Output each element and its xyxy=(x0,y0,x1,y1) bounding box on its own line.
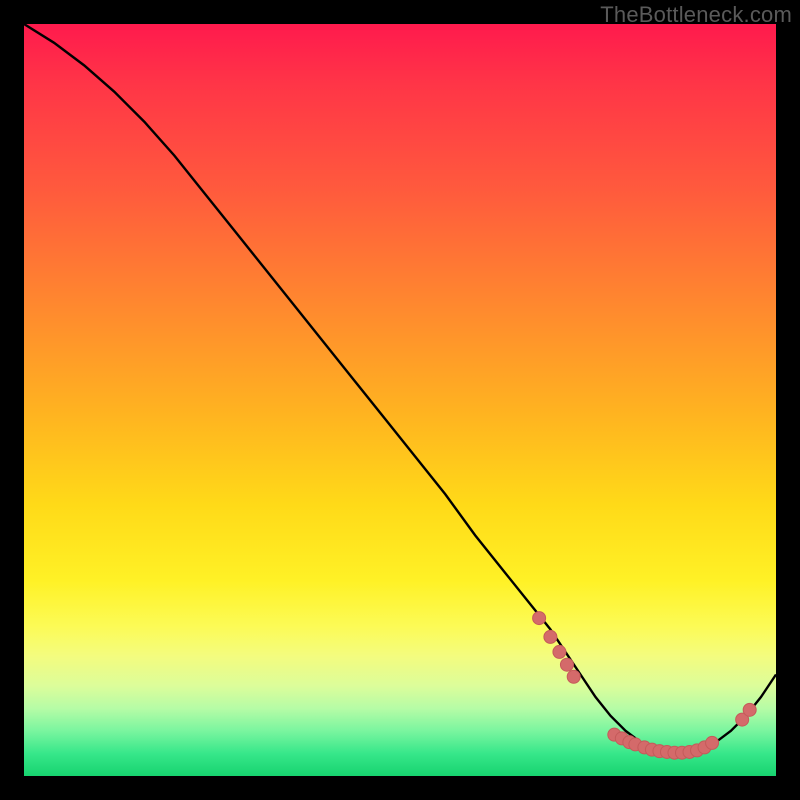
watermark-text: TheBottleneck.com xyxy=(600,2,792,28)
data-dot xyxy=(544,630,557,643)
data-dot xyxy=(560,658,573,671)
plot-area xyxy=(24,24,776,776)
chart-stage: TheBottleneck.com xyxy=(0,0,800,800)
chart-svg xyxy=(24,24,776,776)
curve-line xyxy=(24,24,776,753)
data-dot xyxy=(533,612,546,625)
data-dot xyxy=(567,670,580,683)
data-dot xyxy=(553,645,566,658)
data-dot xyxy=(706,736,719,749)
data-dot xyxy=(743,703,756,716)
